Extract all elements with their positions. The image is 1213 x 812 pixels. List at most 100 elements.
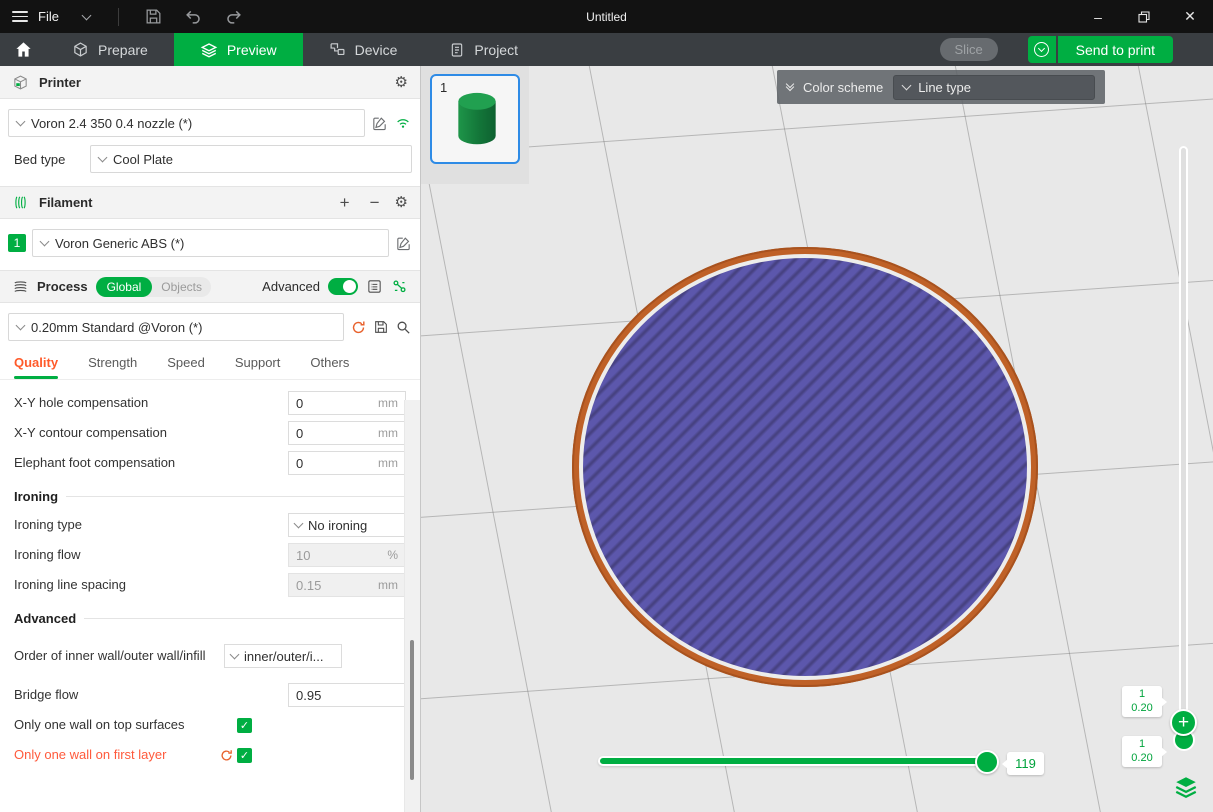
color-scheme-bar: Color scheme Line type bbox=[777, 70, 1105, 104]
param-label: Elephant foot compensation bbox=[14, 455, 288, 471]
tab-quality[interactable]: Quality bbox=[14, 355, 58, 379]
filament-section-header[interactable]: Filament + − ⚙ bbox=[0, 186, 420, 219]
preview-3d-viewport[interactable]: 1 Color scheme Line type 1 0.20 + bbox=[421, 66, 1213, 812]
line-type-select[interactable]: Line type bbox=[893, 75, 1095, 100]
undo-button[interactable] bbox=[179, 5, 209, 29]
layer-slider-track[interactable] bbox=[1179, 146, 1188, 746]
save-preset-icon[interactable] bbox=[373, 319, 389, 335]
move-slider-track[interactable] bbox=[598, 756, 990, 766]
printer-section-header[interactable]: Printer ⚙ bbox=[0, 66, 420, 99]
slice-button[interactable]: Slice bbox=[940, 38, 998, 61]
collapse-icon[interactable] bbox=[787, 84, 793, 90]
edit-filament-icon[interactable] bbox=[395, 235, 412, 252]
setting-list-icon[interactable] bbox=[366, 278, 383, 295]
tab-preview[interactable]: Preview bbox=[174, 33, 303, 66]
scope-objects-button[interactable]: Objects bbox=[152, 280, 211, 294]
wifi-connected-icon[interactable] bbox=[394, 115, 412, 131]
close-button[interactable]: ✕ bbox=[1167, 0, 1213, 33]
add-filament-button[interactable]: + bbox=[335, 193, 355, 213]
edit-printer-icon[interactable] bbox=[371, 115, 388, 132]
layers-mode-icon[interactable] bbox=[1173, 774, 1199, 800]
tab-others[interactable]: Others bbox=[310, 355, 349, 379]
chevron-down-icon bbox=[16, 321, 26, 331]
layer-height: 0.20 bbox=[1131, 702, 1152, 715]
sidebar-scrollbar-thumb[interactable] bbox=[410, 640, 414, 780]
file-menu-chevron-down-icon[interactable] bbox=[82, 10, 92, 20]
print-infill bbox=[583, 258, 1027, 676]
save-icon bbox=[144, 7, 163, 26]
reset-value-icon[interactable] bbox=[219, 748, 234, 763]
home-button[interactable] bbox=[0, 33, 46, 66]
scope-global-button[interactable]: Global bbox=[96, 277, 153, 297]
tab-speed[interactable]: Speed bbox=[167, 355, 205, 379]
bridge-flow-input[interactable]: 0.95 bbox=[288, 683, 406, 707]
tab-device-label: Device bbox=[355, 42, 398, 58]
param-label-modified: Only one wall on first layer bbox=[14, 747, 219, 763]
title-bar: File Untitled – ✕ bbox=[0, 0, 1213, 33]
redo-button[interactable] bbox=[219, 5, 249, 29]
object-thumbnail[interactable]: 1 bbox=[430, 74, 520, 164]
redo-icon bbox=[224, 7, 243, 26]
parameter-graph-icon[interactable] bbox=[391, 278, 408, 295]
filament-preset-value: Voron Generic ABS (*) bbox=[55, 236, 184, 251]
param-label: Bridge flow bbox=[14, 687, 288, 703]
remove-filament-button[interactable]: − bbox=[365, 193, 385, 213]
process-preset-select[interactable]: 0.20mm Standard @Voron (*) bbox=[8, 313, 344, 341]
restore-button[interactable] bbox=[1121, 0, 1167, 33]
xy-contour-compensation-input[interactable]: 0mm bbox=[288, 421, 406, 445]
object-thumbnail-strip: 1 bbox=[421, 66, 529, 184]
layer-number: 1 bbox=[1139, 688, 1145, 701]
send-to-print-button[interactable]: Send to print bbox=[1058, 36, 1173, 63]
process-scope-segmented: Global Objects bbox=[96, 277, 211, 297]
param-row: Ironing flow 10% bbox=[0, 540, 420, 570]
filament-settings-gear-icon[interactable]: ⚙ bbox=[395, 195, 408, 210]
param-unit: mm bbox=[378, 578, 398, 592]
process-preset-value: 0.20mm Standard @Voron (*) bbox=[31, 320, 202, 335]
param-label: X-Y hole compensation bbox=[14, 395, 288, 411]
document-icon bbox=[449, 42, 465, 58]
send-options-button[interactable] bbox=[1028, 36, 1056, 63]
filament-section-title: Filament bbox=[39, 195, 92, 210]
minimize-button[interactable]: – bbox=[1075, 0, 1121, 33]
object-index-label: 1 bbox=[440, 80, 447, 95]
printer-preset-select[interactable]: Voron 2.4 350 0.4 nozzle (*) bbox=[8, 109, 365, 137]
wall-order-select[interactable]: inner/outer/i... bbox=[224, 644, 342, 668]
tab-device[interactable]: Device bbox=[303, 33, 424, 66]
elephant-foot-compensation-input[interactable]: 0mm bbox=[288, 451, 406, 475]
hamburger-menu-icon[interactable] bbox=[12, 11, 28, 22]
param-label: Ironing type bbox=[14, 517, 288, 533]
process-section-header[interactable]: Process Global Objects Advanced bbox=[0, 270, 420, 303]
tab-prepare[interactable]: Prepare bbox=[46, 33, 174, 66]
main-tab-bar: Prepare Preview Device Project Slice Sen… bbox=[0, 33, 1213, 66]
file-menu[interactable]: File bbox=[38, 9, 59, 24]
move-slider-handle[interactable] bbox=[975, 750, 999, 774]
cylinder-object-preview bbox=[449, 89, 505, 151]
ironing-type-select[interactable]: No ironing bbox=[288, 513, 406, 537]
save-button[interactable] bbox=[139, 5, 169, 29]
param-row: Ironing line spacing 0.15mm bbox=[0, 570, 420, 600]
param-unit: mm bbox=[378, 426, 398, 440]
layer-number: 1 bbox=[1139, 738, 1145, 751]
advanced-group-header: Advanced bbox=[0, 611, 420, 626]
one-wall-top-checkbox[interactable] bbox=[237, 718, 252, 733]
advanced-toggle[interactable] bbox=[328, 278, 358, 295]
param-value: 0 bbox=[296, 396, 378, 411]
layers-icon bbox=[200, 41, 218, 59]
settings-sidebar: Printer ⚙ Voron 2.4 350 0.4 nozzle (*) B… bbox=[0, 66, 421, 812]
filament-preset-select[interactable]: Voron Generic ABS (*) bbox=[32, 229, 389, 257]
tab-strength[interactable]: Strength bbox=[88, 355, 137, 379]
xy-hole-compensation-input[interactable]: 0mm bbox=[288, 391, 406, 415]
tab-preview-label: Preview bbox=[227, 42, 277, 58]
tab-project-label: Project bbox=[474, 42, 518, 58]
tab-support[interactable]: Support bbox=[235, 355, 281, 379]
reset-preset-icon[interactable] bbox=[350, 319, 367, 336]
chevron-down-icon bbox=[98, 153, 108, 163]
printer-settings-gear-icon[interactable]: ⚙ bbox=[395, 75, 408, 90]
layer-slider-upper-handle[interactable]: + bbox=[1170, 709, 1197, 736]
tab-project[interactable]: Project bbox=[423, 33, 544, 66]
bed-type-select[interactable]: Cool Plate bbox=[90, 145, 412, 173]
one-wall-first-layer-checkbox[interactable] bbox=[237, 748, 252, 763]
ironing-group-header: Ironing bbox=[0, 489, 420, 504]
search-settings-icon[interactable] bbox=[395, 319, 412, 336]
chevron-down-icon bbox=[1034, 42, 1049, 57]
